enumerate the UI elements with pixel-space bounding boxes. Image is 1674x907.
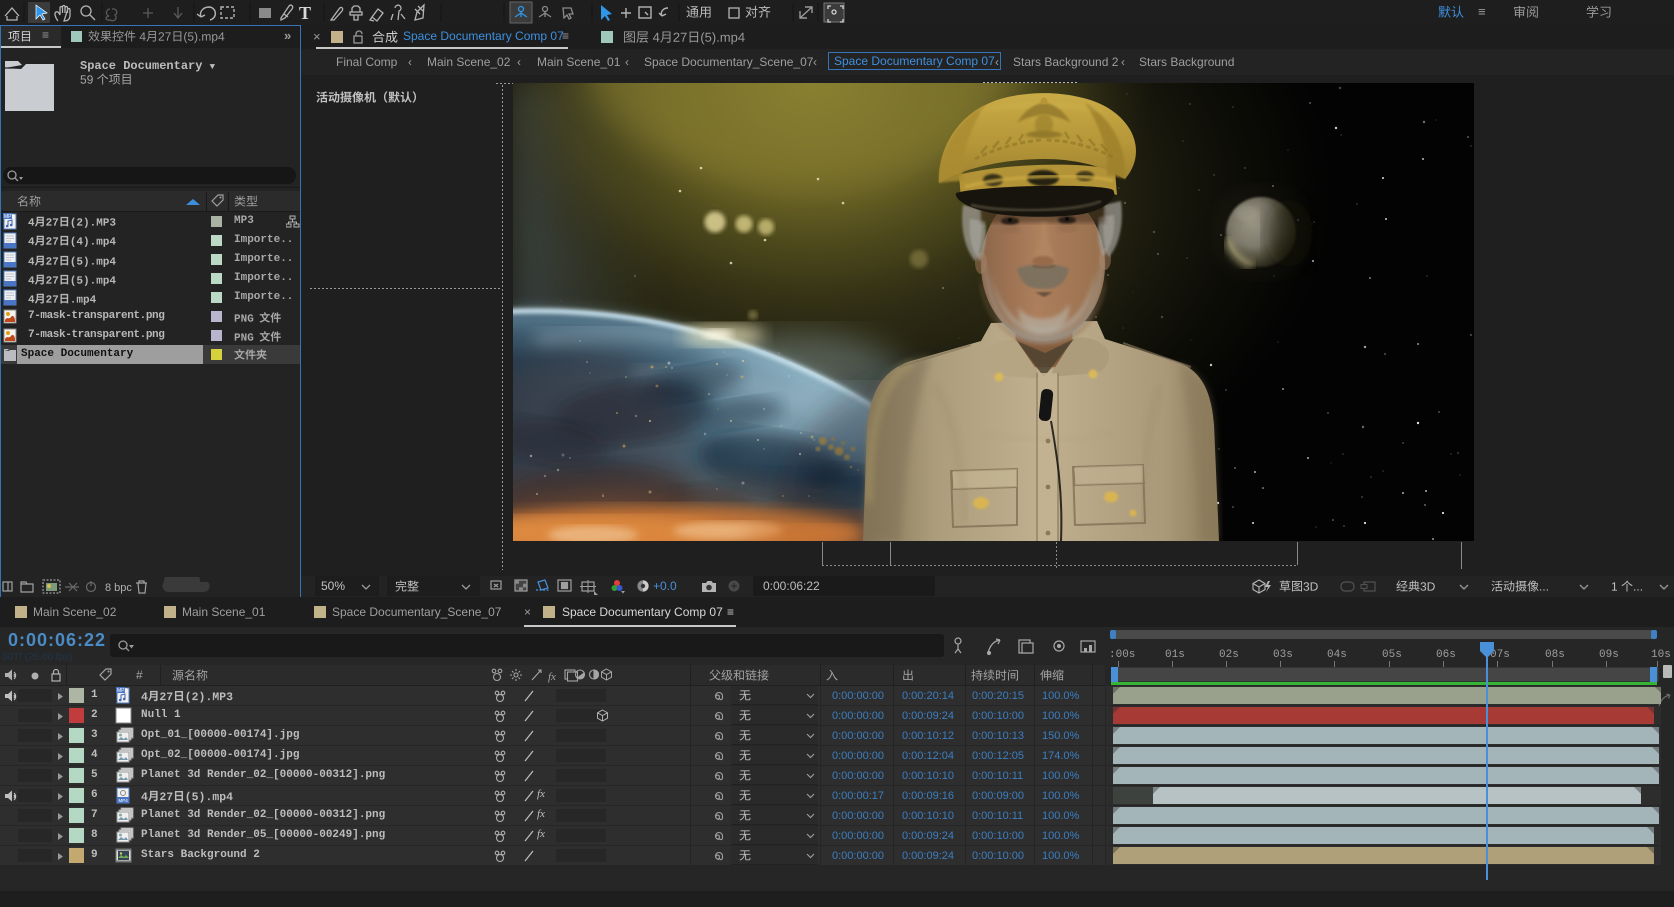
svg-text:10s: 10s [1651, 649, 1671, 661]
svg-text:MP3: MP3 [117, 688, 128, 694]
svg-text:09s: 09s [1599, 649, 1619, 661]
svg-text:03s: 03s [1273, 649, 1293, 661]
svg-text:8 bpc: 8 bpc [105, 582, 132, 594]
svg-text:04s: 04s [1327, 649, 1347, 661]
svg-text::00s: :00s [1109, 649, 1135, 661]
svg-text:06s: 06s [1436, 649, 1456, 661]
svg-text:T: T [299, 3, 311, 23]
svg-text:01s: 01s [1165, 649, 1185, 661]
svg-text:MP4: MP4 [119, 798, 129, 803]
svg-text:MP3: MP3 [4, 214, 15, 220]
svg-text:fx: fx [548, 671, 556, 683]
svg-text:02s: 02s [1219, 649, 1239, 661]
svg-text:08s: 08s [1545, 649, 1565, 661]
svg-text:05s: 05s [1382, 649, 1402, 661]
